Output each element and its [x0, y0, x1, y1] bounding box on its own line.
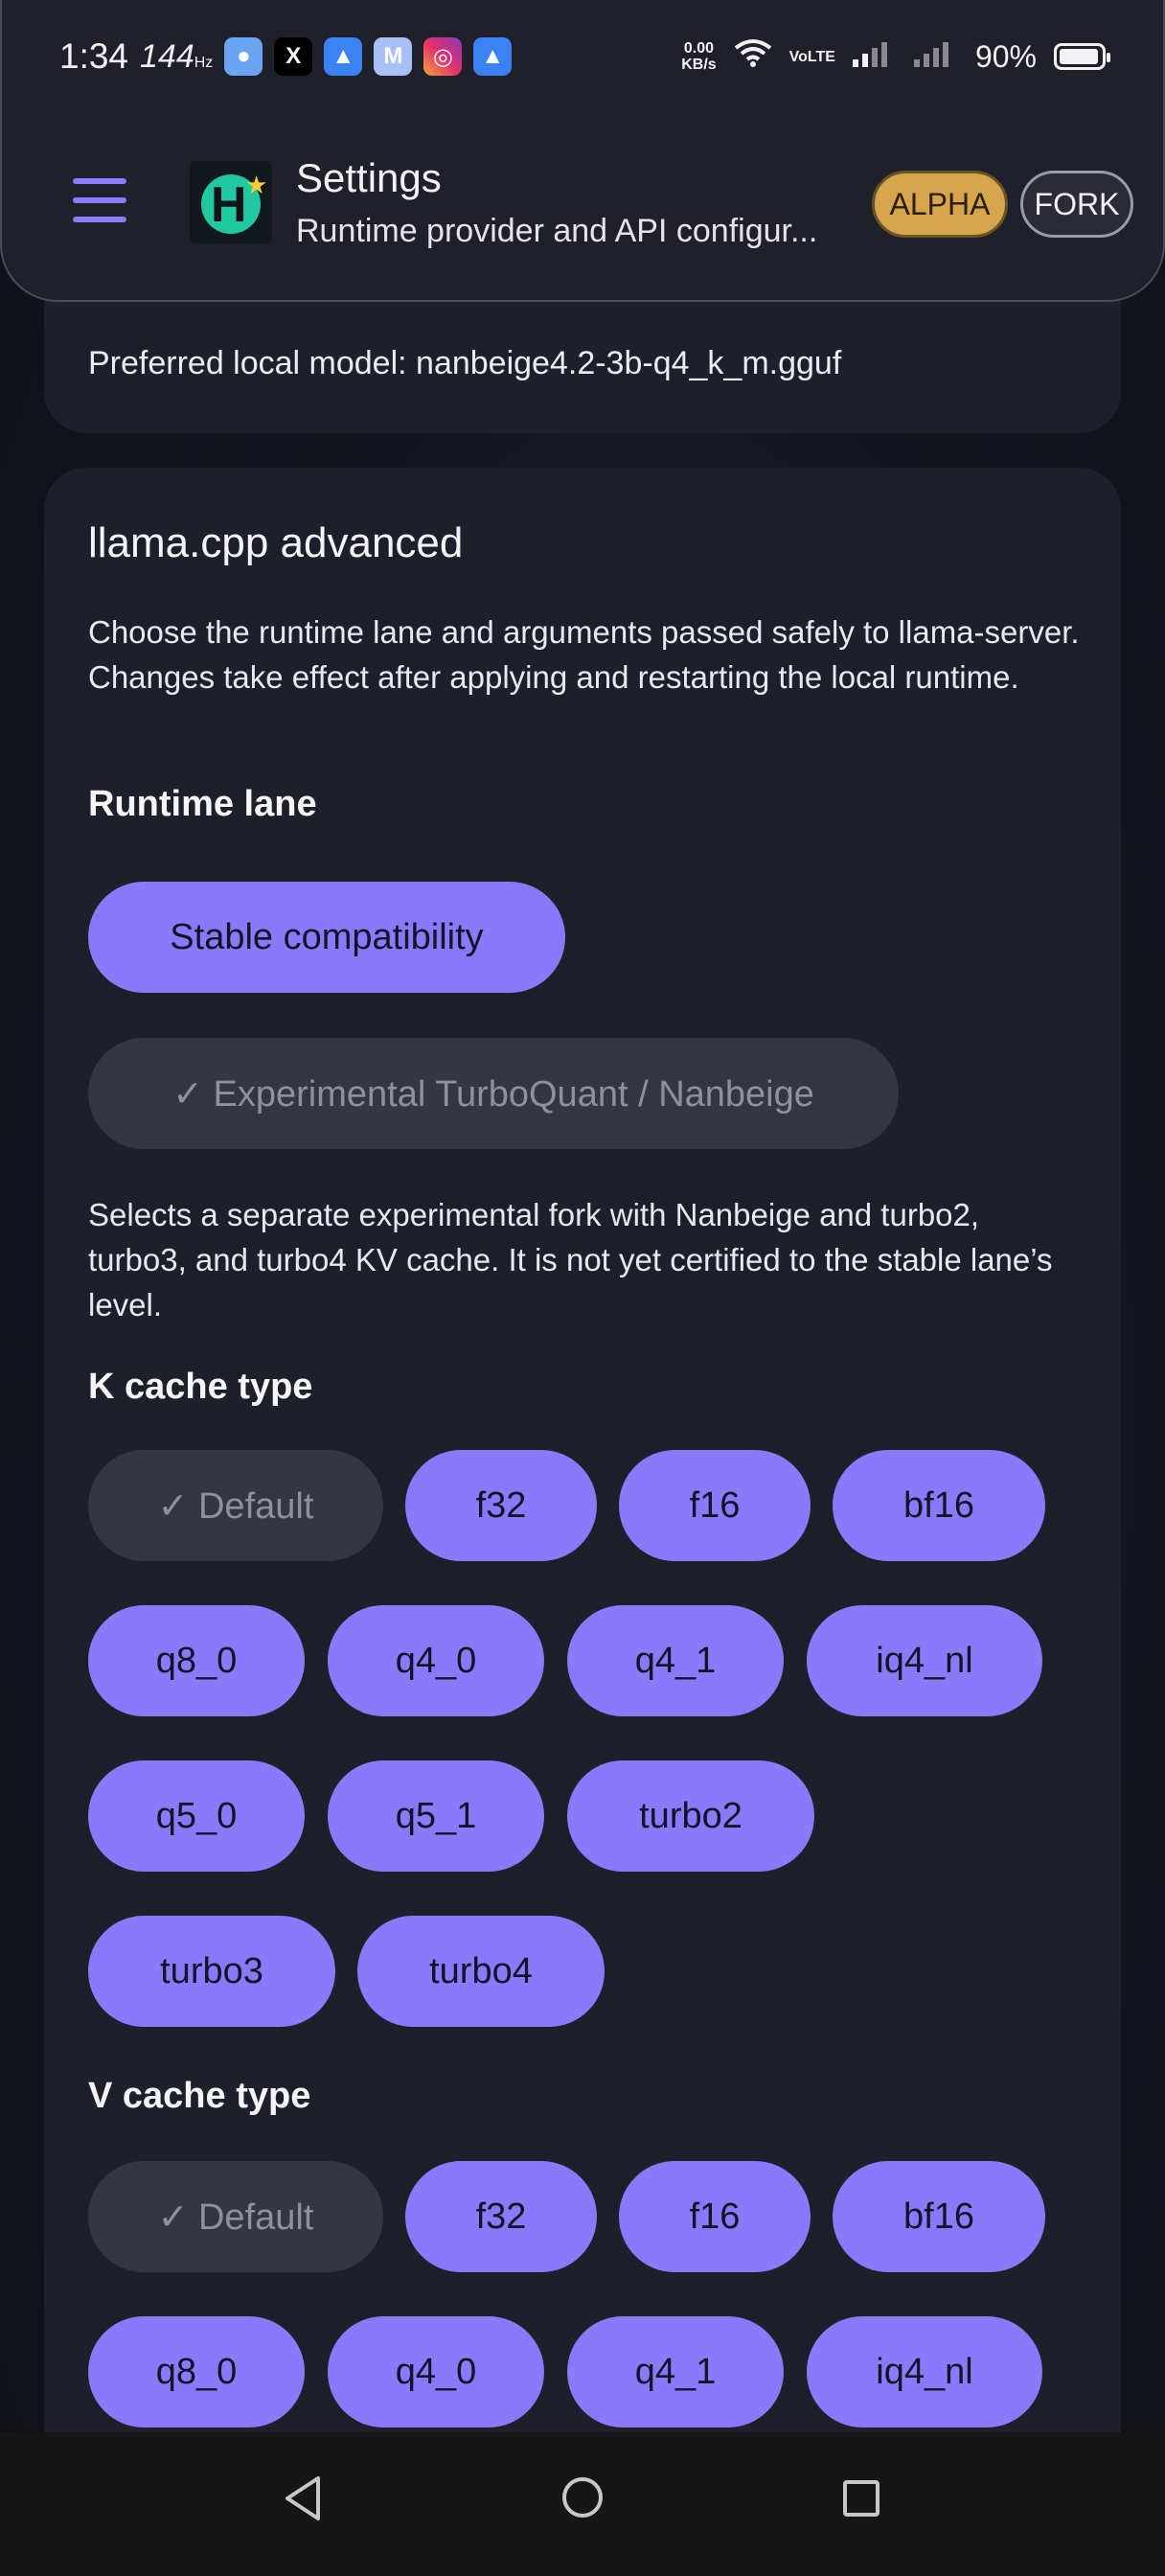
- refresh-rate: 144Hz: [140, 37, 214, 75]
- v-cache-option[interactable]: q8_0: [88, 2316, 305, 2427]
- hamburger-menu-icon[interactable]: [73, 176, 126, 224]
- lane-experimental-button[interactable]: ✓ Experimental TurboQuant / Nanbeige: [88, 1038, 899, 1149]
- v-cache-option[interactable]: q4_1: [567, 2316, 784, 2427]
- app-logo: H ★: [190, 161, 272, 243]
- home-icon[interactable]: [562, 2477, 603, 2518]
- x-app-icon: X: [274, 37, 313, 76]
- signal-icon-1: [852, 38, 897, 75]
- card-description: Choose the runtime lane and arguments pa…: [88, 614, 1080, 695]
- chat-app-icon: ●: [224, 37, 263, 76]
- status-bar: 1:34 144Hz ● X ▲ M ◎ ▲ 0.00 KB/s VoLTE 90…: [59, 33, 1110, 80]
- battery-icon: [1054, 43, 1110, 70]
- lane-stable-button[interactable]: Stable compatibility: [88, 882, 565, 993]
- v-cache-option[interactable]: bf16: [833, 2161, 1045, 2272]
- k-cache-option[interactable]: q4_1: [567, 1605, 784, 1716]
- volte-indicator: VoLTE: [788, 48, 835, 65]
- v-cache-option[interactable]: ✓ Default: [88, 2161, 383, 2272]
- alert-app-icon-2: ▲: [473, 37, 513, 76]
- lane-note: Selects a separate experimental fork wit…: [88, 1197, 1053, 1322]
- k-cache-option[interactable]: q5_0: [88, 1760, 305, 1872]
- battery-percent: 90%: [974, 38, 1037, 74]
- net-speed: 0.00 KB/s: [681, 40, 717, 73]
- k-cache-option[interactable]: bf16: [833, 1450, 1045, 1561]
- alpha-badge: ALPHA: [872, 171, 1008, 238]
- gmail-icon: M: [374, 37, 413, 76]
- back-icon[interactable]: [282, 2474, 326, 2522]
- card-title: llama.cpp advanced: [88, 519, 464, 566]
- k-cache-option[interactable]: turbo3: [88, 1916, 335, 2027]
- v-cache-option[interactable]: q4_0: [328, 2316, 544, 2427]
- v-cache-option[interactable]: f32: [405, 2161, 597, 2272]
- page-subtitle: Runtime provider and API configur...: [296, 213, 818, 249]
- page-title: Settings: [296, 155, 442, 200]
- k-cache-option[interactable]: f16: [619, 1450, 811, 1561]
- preferred-model-text: Preferred local model: nanbeige4.2-3b-q4…: [88, 345, 842, 381]
- instagram-icon: ◎: [423, 37, 463, 76]
- k-cache-label: K cache type: [88, 1367, 313, 1407]
- v-cache-label: V cache type: [88, 2076, 311, 2116]
- k-cache-option[interactable]: q4_0: [328, 1605, 544, 1716]
- top-app-header: 1:34 144Hz ● X ▲ M ◎ ▲ 0.00 KB/s VoLTE 90…: [0, 0, 1165, 302]
- k-cache-option[interactable]: iq4_nl: [807, 1605, 1042, 1716]
- app-bar: H ★ Settings Runtime provider and API con…: [2, 153, 1163, 249]
- alert-app-icon: ▲: [324, 37, 363, 76]
- signal-icon-2: [913, 38, 958, 75]
- system-nav-bar: [0, 2432, 1165, 2576]
- k-cache-option[interactable]: ✓ Default: [88, 1450, 383, 1561]
- k-cache-option[interactable]: turbo4: [357, 1916, 605, 2027]
- v-cache-option[interactable]: f16: [619, 2161, 811, 2272]
- recents-icon[interactable]: [843, 2480, 879, 2517]
- k-cache-option[interactable]: f32: [405, 1450, 597, 1561]
- fork-badge: FORK: [1020, 171, 1133, 238]
- v-cache-option[interactable]: iq4_nl: [807, 2316, 1042, 2427]
- wifi-icon: [734, 38, 772, 75]
- k-cache-option[interactable]: q8_0: [88, 1605, 305, 1716]
- llama-advanced-card: llama.cpp advanced Choose the runtime la…: [44, 468, 1121, 2432]
- runtime-lane-label: Runtime lane: [88, 784, 317, 824]
- k-cache-option[interactable]: turbo2: [567, 1760, 814, 1872]
- status-time: 1:34: [59, 36, 129, 76]
- k-cache-option[interactable]: q5_1: [328, 1760, 544, 1872]
